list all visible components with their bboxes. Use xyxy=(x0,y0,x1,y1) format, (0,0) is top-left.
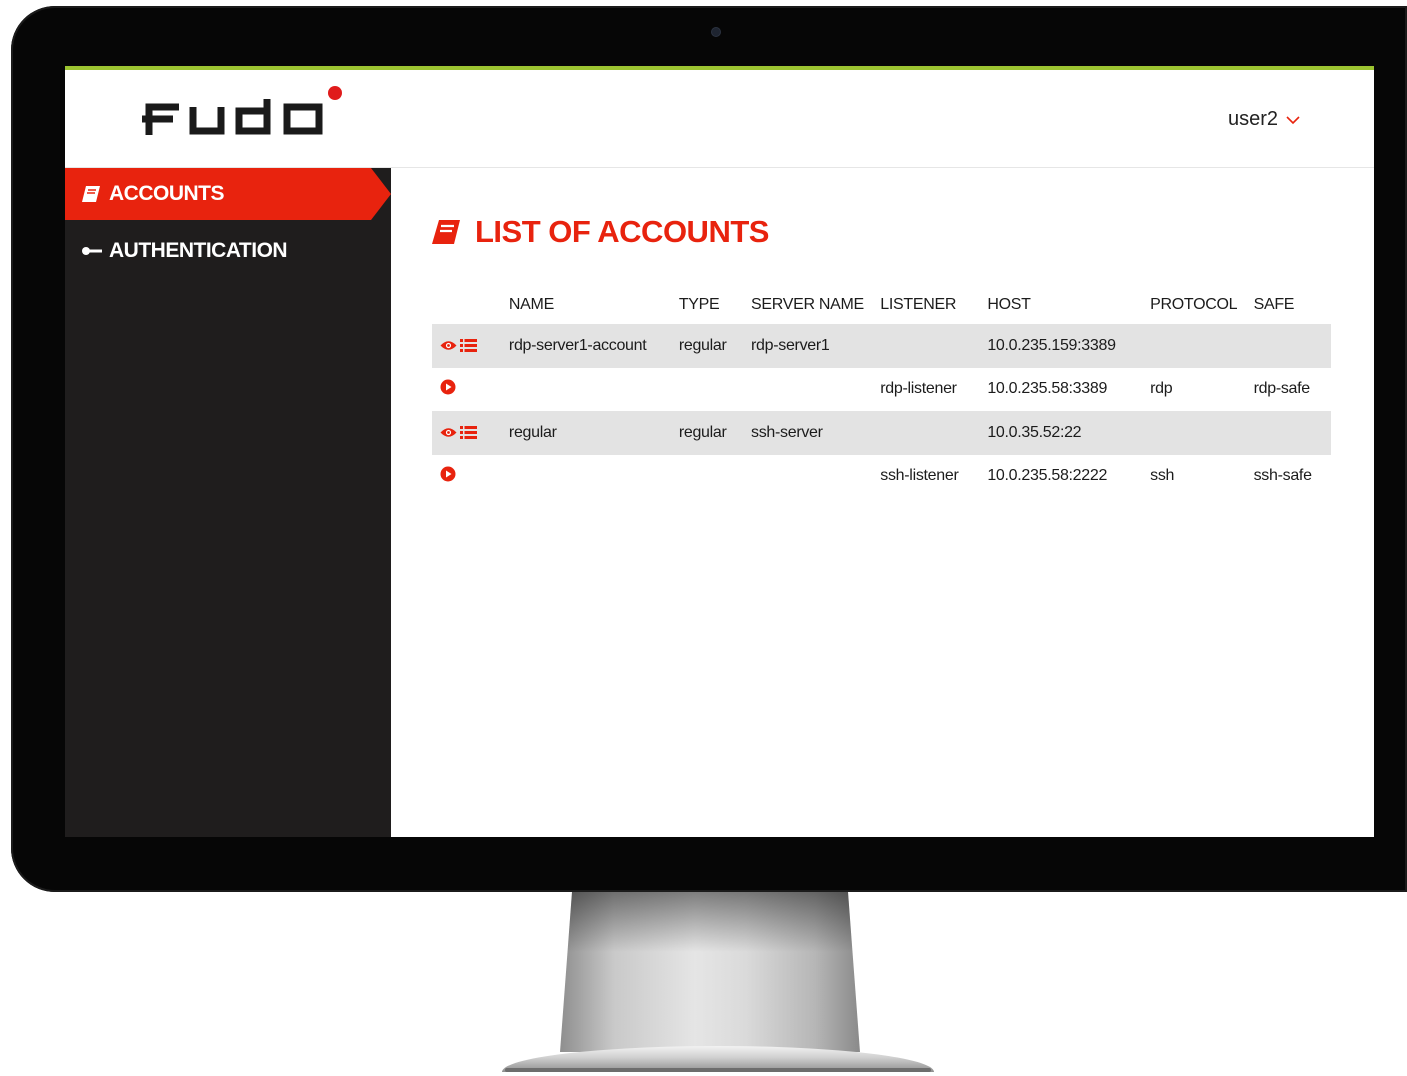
logo-dot xyxy=(328,86,342,100)
cell-name xyxy=(509,368,679,412)
table-row[interactable]: rdp-listener 10.0.235.58:3389 rdp rdp-sa… xyxy=(432,368,1331,412)
app-header: user2 xyxy=(65,70,1374,168)
column-header-listener[interactable]: LISTENER xyxy=(880,286,987,324)
cell-listener: ssh-listener xyxy=(880,467,959,485)
cell-host: 10.0.235.58:3389 xyxy=(987,380,1108,398)
cell-safe: ssh-safe xyxy=(1253,467,1312,485)
list-icon[interactable] xyxy=(460,426,477,440)
fudo-logo-mark xyxy=(142,99,323,135)
column-header-server-name[interactable]: SERVER NAME xyxy=(751,286,880,324)
column-header-host[interactable]: HOST xyxy=(987,286,1150,324)
eye-icon[interactable] xyxy=(440,427,457,438)
key-icon xyxy=(81,245,103,257)
webcam xyxy=(712,28,720,36)
cell-listener xyxy=(880,411,988,455)
page-title-text: LIST OF ACCOUNTS xyxy=(475,214,769,249)
column-header-actions xyxy=(432,286,509,324)
cell-server-name: ssh-server xyxy=(751,411,881,455)
row-actions xyxy=(432,411,509,455)
play-circle-icon[interactable] xyxy=(440,466,456,482)
row-actions xyxy=(432,324,509,368)
row-actions xyxy=(432,368,509,412)
fudo-logo[interactable] xyxy=(139,94,327,146)
table-header-row: NAME TYPE SERVER NAME LISTENER HOST PROT… xyxy=(432,286,1331,324)
cell-name: rdp-server1-account xyxy=(508,324,679,368)
cell-name xyxy=(509,455,679,499)
column-header-safe[interactable]: SAFE xyxy=(1254,286,1331,324)
row-actions xyxy=(432,455,509,499)
eye-icon[interactable] xyxy=(440,340,457,351)
table-row[interactable]: rdp-server1-account regular rdp-server1 … xyxy=(432,324,1331,368)
chevron-down-icon xyxy=(1286,112,1300,128)
list-icon[interactable] xyxy=(460,339,477,353)
cell-server-name xyxy=(751,368,880,412)
user-menu[interactable]: user2 xyxy=(1228,108,1300,131)
cell-safe: rdp-safe xyxy=(1253,380,1311,398)
cell-host: 10.0.35.52:22 xyxy=(987,411,1151,455)
accounts-table: NAME TYPE SERVER NAME LISTENER HOST PROT… xyxy=(432,286,1331,498)
cell-safe xyxy=(1253,324,1331,368)
cell-protocol: rdp xyxy=(1150,380,1173,398)
table-row[interactable]: regular regular ssh-server 10.0.35.52:22 xyxy=(432,411,1331,455)
monitor-stand-foot xyxy=(505,1068,931,1072)
cell-name: regular xyxy=(508,411,679,455)
cell-type: regular xyxy=(678,411,751,455)
book-icon xyxy=(81,185,103,203)
play-circle-icon[interactable] xyxy=(440,379,456,395)
column-header-type[interactable]: TYPE xyxy=(679,286,751,324)
cell-type xyxy=(679,368,751,412)
monitor-stand-shadow xyxy=(567,892,853,952)
cell-listener: rdp-listener xyxy=(880,380,957,398)
book-icon xyxy=(431,219,461,245)
cell-server-name: rdp-server1 xyxy=(751,324,881,368)
column-header-protocol[interactable]: PROTOCOL xyxy=(1150,286,1253,324)
cell-protocol xyxy=(1150,411,1254,455)
sidebar: ACCOUNTS AUTHENTICATION xyxy=(65,168,391,837)
cell-server-name xyxy=(751,455,880,499)
cell-listener xyxy=(880,324,988,368)
cell-type xyxy=(679,455,751,499)
sidebar-item-accounts[interactable]: ACCOUNTS xyxy=(65,168,391,220)
cell-host: 10.0.235.159:3389 xyxy=(987,324,1151,368)
cell-protocol: ssh xyxy=(1150,467,1175,485)
cell-protocol xyxy=(1150,324,1254,368)
column-header-name[interactable]: NAME xyxy=(509,286,679,324)
cell-safe xyxy=(1253,411,1331,455)
table-row[interactable]: ssh-listener 10.0.235.58:2222 ssh ssh-sa… xyxy=(432,455,1331,499)
app-screen: user2 ACCOUNTS AUTHENTICATION LIST OF AC… xyxy=(65,66,1374,837)
sidebar-item-authentication[interactable]: AUTHENTICATION xyxy=(65,225,391,277)
cell-host: 10.0.235.58:2222 xyxy=(987,467,1108,485)
cell-type: regular xyxy=(678,324,751,368)
page-title: LIST OF ACCOUNTS xyxy=(431,214,769,250)
sidebar-item-label: ACCOUNTS xyxy=(109,182,225,205)
user-name: user2 xyxy=(1227,108,1278,130)
sidebar-item-label: AUTHENTICATION xyxy=(109,239,288,262)
